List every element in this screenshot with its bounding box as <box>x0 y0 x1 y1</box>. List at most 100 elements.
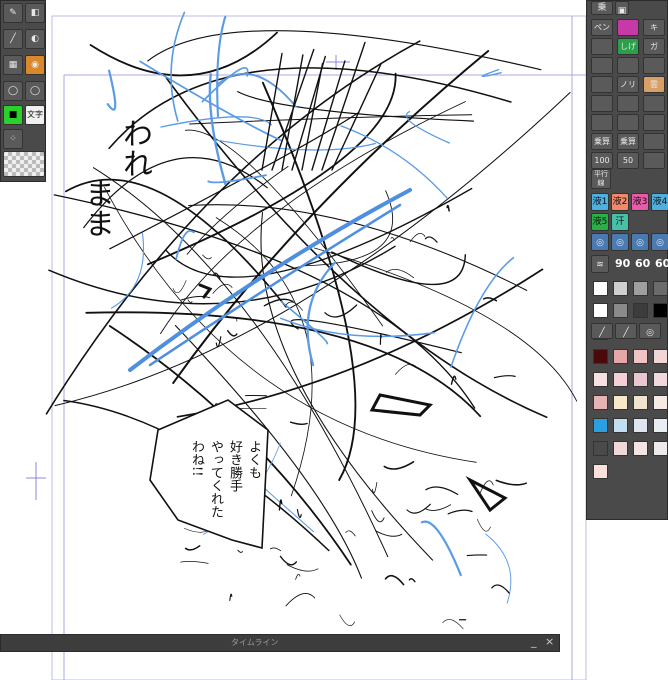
color-swatch[interactable] <box>633 395 648 410</box>
brush-preset-5-2[interactable] <box>643 114 665 131</box>
timeline-title: タイムライン <box>231 638 279 647</box>
brush-preset-1-1[interactable]: しげ <box>617 38 639 55</box>
lasso-icon[interactable]: ◯ <box>3 81 23 101</box>
liquid-brush-3[interactable]: 液3 <box>631 193 649 211</box>
bubble-line-3: やってくれた <box>208 440 223 518</box>
color-swatch[interactable] <box>613 281 628 296</box>
page-frame <box>51 15 587 680</box>
color-swatch[interactable] <box>593 281 608 296</box>
color-swatch[interactable] <box>613 418 628 433</box>
size-value-2: 60 <box>635 257 651 270</box>
color-swatch[interactable] <box>653 349 668 364</box>
brush-mini-1[interactable]: ╱ <box>591 323 613 339</box>
color-swatch[interactable] <box>633 441 648 456</box>
color-swatch[interactable] <box>593 464 608 479</box>
brush-preset-4-2[interactable] <box>643 95 665 112</box>
bubble-line-2: 好き勝手 <box>227 440 242 492</box>
color-swatch[interactable] <box>613 372 628 387</box>
illustration-canvas[interactable]: よくも 好き勝手 やってくれた わね!! われ まま ✎ ◧ ╱ ◐ ▦ ◉ ◯… <box>0 0 668 680</box>
round-brush-icon[interactable]: ◎ <box>591 233 609 251</box>
color-swatch[interactable] <box>633 303 648 318</box>
color-swatch[interactable] <box>613 349 628 364</box>
color-swatch[interactable] <box>593 372 608 387</box>
color-swatch[interactable] <box>653 372 668 387</box>
color-swatch[interactable] <box>593 349 608 364</box>
color-swatch[interactable] <box>653 418 668 433</box>
liquid-brush-1[interactable]: 液1 <box>591 193 609 211</box>
brush-preset-3-2[interactable]: 雲 <box>643 76 665 93</box>
color-swatch[interactable] <box>633 372 648 387</box>
folder-icon[interactable]: ▣ <box>615 1 629 15</box>
brush-preset-2-2[interactable] <box>643 57 665 74</box>
brush-preset-3-0[interactable] <box>591 76 613 93</box>
timeline-panel[interactable]: タイムライン _ × <box>0 634 560 652</box>
liquid-brush-4[interactable]: 液4 <box>651 193 668 211</box>
select-icon[interactable]: ◯ <box>25 81 45 101</box>
color-swatch[interactable] <box>653 303 668 318</box>
color-swatch[interactable] <box>593 441 608 456</box>
liquid-brush-6[interactable]: 汗 <box>611 213 629 231</box>
liquid-brush-2[interactable]: 液2 <box>611 193 629 211</box>
color-icon[interactable]: ■ <box>3 105 23 125</box>
gradient-icon[interactable]: ▦ <box>3 55 23 75</box>
brush-preset-2-0[interactable] <box>591 57 613 74</box>
transparent-icon[interactable] <box>3 151 45 177</box>
size-value-1: 90 <box>615 257 631 270</box>
color-swatch[interactable] <box>633 349 648 364</box>
parallel-line-tool[interactable]: 平行線 <box>591 169 611 189</box>
color-swatch[interactable] <box>653 395 668 410</box>
brush-preset-1-2[interactable]: ガ <box>643 38 665 55</box>
brush-preset-3-1[interactable]: ノリ <box>617 76 639 93</box>
brush-preset-4-1[interactable] <box>617 95 639 112</box>
brush-preset-0-2[interactable]: キ <box>643 19 665 36</box>
brush-preset-6-2[interactable] <box>643 133 665 150</box>
color-swatch[interactable] <box>633 418 648 433</box>
bubble-line-4: わね!! <box>189 440 204 477</box>
blend-icon[interactable]: ◐ <box>25 29 45 49</box>
tool-palette-left: ✎ ◧ ╱ ◐ ▦ ◉ ◯ ◯ ■ 文字 ⁘ <box>0 0 46 182</box>
bubble-line-1: よくも <box>246 440 261 479</box>
brush-preset-2-1[interactable] <box>617 57 639 74</box>
round-brush-icon[interactable]: ◎ <box>611 233 629 251</box>
color-swatch[interactable] <box>633 281 648 296</box>
brush-preset-7-1[interactable]: 50 <box>617 152 639 169</box>
color-swatch[interactable] <box>593 418 608 433</box>
color-swatch[interactable] <box>653 281 668 296</box>
brush-preset-6-1[interactable]: 乗算 <box>617 133 639 150</box>
eraser-icon[interactable]: ◧ <box>25 3 45 23</box>
liquid-brush-5[interactable]: 液5 <box>591 213 609 231</box>
sketch-canvas[interactable] <box>0 0 668 680</box>
brush-preset-6-0[interactable]: 乗算 <box>591 133 613 150</box>
brush-mini-2[interactable]: ╱ <box>615 323 637 339</box>
close-button[interactable]: × <box>545 635 554 648</box>
brush-preset-4-0[interactable] <box>591 95 613 112</box>
color-swatch[interactable] <box>613 303 628 318</box>
size-value-3: 60 <box>655 257 668 270</box>
brush-preset-0-0[interactable]: ペン <box>591 19 613 36</box>
brush-preset-5-0[interactable] <box>591 114 613 131</box>
brush-preset-1-0[interactable] <box>591 38 613 55</box>
palette-header[interactable]: 乗 <box>591 1 613 15</box>
speech-bubble-text: よくも 好き勝手 やってくれた わね!! <box>166 440 262 536</box>
round-brush-icon[interactable]: ◎ <box>651 233 668 251</box>
brush-preset-7-2[interactable] <box>643 152 665 169</box>
color-swatch[interactable] <box>653 441 668 456</box>
round-brush-icon[interactable]: ◎ <box>631 233 649 251</box>
brush-mini-3[interactable]: ◎ <box>639 323 661 339</box>
pattern-icon[interactable]: ⁘ <box>3 129 23 149</box>
grass-brush-icon[interactable]: ≋ <box>591 255 609 273</box>
handwritten-text-2: まま <box>79 178 114 238</box>
brush-icon[interactable]: ╱ <box>3 29 23 49</box>
color-swatch[interactable] <box>593 303 608 318</box>
brush-preset-5-1[interactable] <box>617 114 639 131</box>
minimize-button[interactable]: _ <box>531 635 537 648</box>
brush-preset-0-1[interactable] <box>617 19 639 36</box>
text-icon[interactable]: 文字 <box>25 105 45 125</box>
brush-preset-7-0[interactable]: 100 <box>591 152 613 169</box>
color-swatch[interactable] <box>593 395 608 410</box>
color-swatch[interactable] <box>613 441 628 456</box>
pen-icon[interactable]: ✎ <box>3 3 23 23</box>
handwritten-text-1: われ <box>117 118 152 178</box>
fill-icon[interactable]: ◉ <box>25 55 45 75</box>
color-swatch[interactable] <box>613 395 628 410</box>
